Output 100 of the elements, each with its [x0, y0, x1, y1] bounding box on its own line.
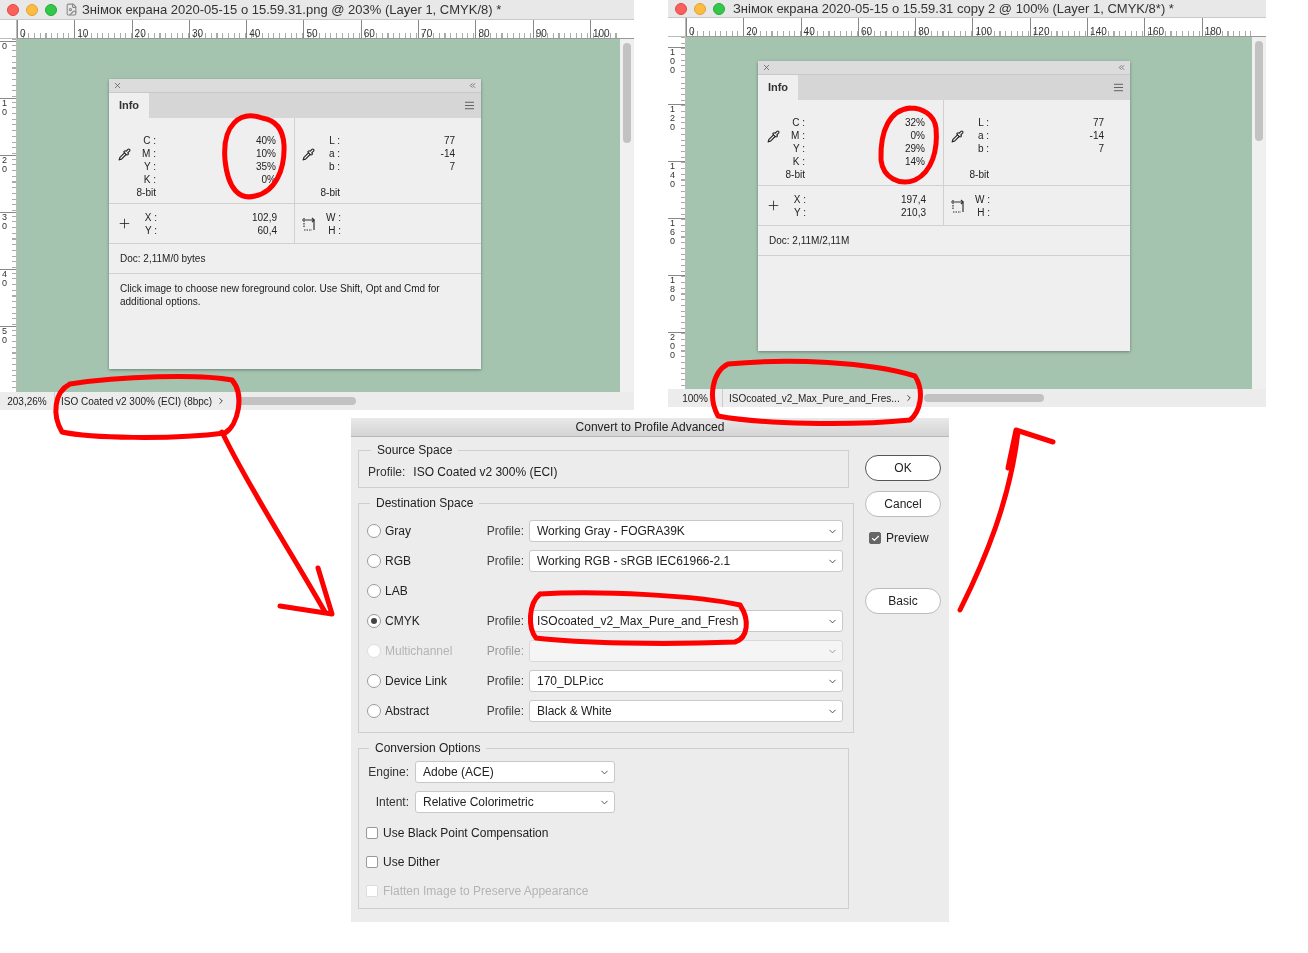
ruler-label: 160: [670, 219, 676, 246]
crosshair-icon[interactable]: [117, 216, 132, 231]
info-value: 14%: [904, 155, 925, 169]
document-profile[interactable]: ISOcoated_v2_Max_Pure_and_Fres...: [722, 389, 920, 407]
field-label: Profile:: [485, 523, 524, 540]
radio-option[interactable]: Device Link: [367, 672, 479, 690]
ruler-label: 0: [20, 28, 26, 38]
ruler-label: 70: [421, 28, 433, 38]
zoom-level: 100%: [681, 391, 709, 406]
field-label: Profile:: [368, 464, 406, 481]
profile-dropdown[interactable]: Black & White: [529, 700, 843, 722]
profile-dropdown[interactable]: Working RGB - sRGB IEC61966-2.1: [529, 550, 843, 572]
info-label: M :: [790, 129, 805, 143]
dialog-button[interactable]: OK: [865, 455, 941, 481]
eyedropper-icon[interactable]: [767, 130, 780, 143]
menu-icon[interactable]: [464, 100, 475, 111]
bit-depth: 8-bit: [319, 186, 340, 199]
profile-dropdown[interactable]: Adobe (ACE): [415, 761, 615, 783]
bit-depth: 8-bit: [968, 168, 989, 181]
ruler-label: 20: [746, 26, 758, 36]
radio-option[interactable]: CMYK: [367, 612, 479, 630]
ruler-label: 0: [689, 26, 695, 36]
eyedropper-icon[interactable]: [118, 148, 131, 161]
close-icon[interactable]: [113, 81, 122, 90]
close-icon[interactable]: [762, 63, 771, 72]
hint-text: Click image to choose new foreground color. Use Shift, Opt and Cmd for additional options.: [119, 282, 441, 308]
field-label: Profile:: [485, 553, 524, 570]
ruler-label: 120: [670, 105, 676, 132]
info-value: 102,9: [250, 210, 277, 225]
ruler-label: 60: [363, 28, 375, 38]
preview-checkbox[interactable]: Preview: [869, 529, 929, 547]
ruler-label: 120: [1032, 26, 1050, 36]
info-value: 29%: [904, 142, 925, 156]
info-value: 77: [1091, 116, 1104, 130]
dialog-button[interactable]: Cancel: [865, 491, 941, 517]
info-label: X :: [143, 210, 157, 225]
zoom-button[interactable]: [45, 3, 57, 16]
info-label: L :: [328, 134, 340, 148]
info-label: C :: [142, 134, 156, 148]
checkbox-option[interactable]: Use Dither: [366, 853, 838, 871]
info-label: b :: [976, 142, 989, 156]
profile-dropdown[interactable]: Working Gray - FOGRA39K: [529, 520, 843, 542]
info-value: 210,3: [899, 205, 926, 220]
collapse-icon[interactable]: [1117, 63, 1126, 72]
radio-option[interactable]: Gray: [367, 522, 479, 540]
eyedropper-icon[interactable]: [951, 130, 964, 143]
group-title: Conversion Options: [374, 740, 482, 757]
ruler-label: 90: [535, 28, 547, 38]
info-label: C :: [791, 116, 805, 130]
menu-icon[interactable]: [1113, 82, 1124, 93]
minimize-button[interactable]: [694, 2, 706, 15]
checkbox-option[interactable]: Use Black Point Compensation: [366, 824, 838, 842]
field-label: Engine:: [367, 764, 409, 781]
info-value: 197,4: [899, 192, 926, 207]
scrollbar-thumb[interactable]: [923, 394, 1044, 402]
field-label: Intent:: [374, 794, 409, 811]
basic-button[interactable]: Basic: [865, 588, 941, 614]
ruler-label: 40: [803, 26, 815, 36]
info-label: b :: [327, 160, 340, 174]
eyedropper-icon[interactable]: [302, 148, 315, 161]
info-label: Y :: [142, 160, 156, 174]
ruler-label: 30: [191, 28, 203, 38]
document-icon: [65, 3, 78, 16]
profile-dropdown[interactable]: Relative Colorimetric: [415, 791, 615, 813]
ruler-label: 40: [249, 28, 261, 38]
close-button[interactable]: [7, 3, 19, 16]
crosshair-icon[interactable]: [766, 198, 781, 213]
ruler-label: 140: [1090, 26, 1107, 36]
profile-dropdown[interactable]: 170_DLP.icc: [529, 670, 843, 692]
panel-tab[interactable]: Info: [758, 75, 798, 100]
ruler-label: 0: [2, 42, 8, 51]
ruler-label: 50: [306, 28, 318, 38]
info-label: Y :: [791, 142, 805, 156]
collapse-icon[interactable]: [468, 81, 477, 90]
radio-option[interactable]: LAB: [367, 582, 479, 600]
field-label: Profile:: [485, 643, 524, 660]
document-profile[interactable]: ISO Coated v2 300% (ECI) (8bpc): [54, 392, 233, 410]
info-value: 77: [442, 134, 455, 148]
scrollbar-thumb[interactable]: [1255, 41, 1263, 141]
ruler-label: 160: [1147, 26, 1165, 36]
radio-option[interactable]: Abstract: [367, 702, 479, 720]
field-label: Profile:: [485, 673, 524, 690]
info-label: H :: [327, 223, 341, 238]
group-title: Destination Space: [375, 495, 475, 512]
scrollbar-thumb[interactable]: [623, 43, 631, 143]
ruler-label: 80: [918, 26, 930, 36]
close-button[interactable]: [675, 2, 687, 15]
info-value: 10%: [255, 147, 276, 161]
info-value: 32%: [904, 116, 925, 130]
ruler-label: 50: [2, 327, 8, 345]
info-label: L :: [977, 116, 989, 130]
radio-option[interactable]: RGB: [367, 552, 479, 570]
info-label: K :: [142, 173, 156, 187]
minimize-button[interactable]: [26, 3, 38, 16]
zoom-button[interactable]: [713, 2, 725, 15]
info-label: a :: [976, 129, 989, 143]
panel-tab[interactable]: Info: [109, 93, 149, 118]
ruler-label: 100: [975, 26, 993, 36]
info-value: 60,4: [256, 223, 277, 238]
ruler-label: 100: [670, 48, 676, 75]
